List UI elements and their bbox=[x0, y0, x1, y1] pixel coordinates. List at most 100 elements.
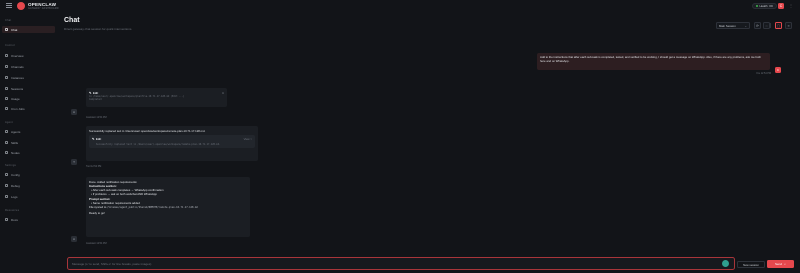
message-meta: Assistant 12:54 PM bbox=[86, 116, 107, 119]
sidebar-item-config[interactable]: Config bbox=[2, 171, 55, 178]
debug-icon bbox=[5, 184, 8, 187]
brand-subtitle: GATEWAY DASHBOARD bbox=[28, 7, 59, 10]
edit-icon: ✎ bbox=[89, 90, 92, 95]
sidebar-item-instances[interactable]: Instances bbox=[2, 74, 55, 81]
sidebar-item-label: Overview bbox=[11, 53, 24, 58]
refresh-icon: ⟳ bbox=[756, 23, 759, 28]
tool-output-card[interactable]: ✎ Edit View > Successfully replaced text… bbox=[89, 134, 255, 148]
tool-name: Edit bbox=[92, 90, 99, 95]
sidebar-item-debug[interactable]: Debug bbox=[2, 182, 55, 189]
sidebar-item-label: Usage bbox=[11, 96, 20, 101]
sidebar-item-channels[interactable]: Channels bbox=[2, 63, 55, 70]
more-icon[interactable]: ⋮ bbox=[788, 3, 794, 9]
health-badge[interactable]: Health OK bbox=[752, 3, 778, 9]
edit-icon: ✎ bbox=[92, 136, 95, 141]
sidebar-section-resources: Resources bbox=[5, 209, 20, 212]
cron-icon bbox=[5, 107, 8, 110]
menu-icon[interactable] bbox=[6, 3, 12, 8]
tool-result-text: Successfully replaced text in /Users/use… bbox=[89, 128, 206, 133]
sessions-icon bbox=[5, 87, 8, 90]
sidebar: Chat Chat Control Overview Channels Inst… bbox=[0, 12, 57, 273]
sidebar-item-label: Sessions bbox=[11, 86, 24, 91]
brain-icon: ◌ bbox=[765, 23, 768, 28]
overview-icon bbox=[5, 54, 8, 57]
channels-icon bbox=[5, 65, 8, 68]
openclaw-logo bbox=[17, 2, 25, 10]
nodes-icon bbox=[5, 151, 8, 154]
sidebar-item-label: Cron Jobs bbox=[11, 106, 25, 111]
sidebar-item-overview[interactable]: Overview bbox=[2, 52, 55, 59]
file-sync-prefix: File synced to bbox=[89, 205, 107, 210]
skills-icon bbox=[5, 141, 8, 144]
page-subtitle: Direct gateway chat session for quick in… bbox=[64, 27, 133, 31]
reply-outro: Ready to go! bbox=[89, 210, 105, 215]
refresh-button[interactable]: ⟳ bbox=[754, 22, 761, 29]
focus-mode-button[interactable]: ▢ bbox=[775, 22, 782, 29]
sidebar-section-agent: Agent bbox=[5, 121, 13, 124]
toolbar-divider bbox=[770, 23, 771, 28]
message-input[interactable]: Message (↩ to send, Shift+↩ for line bre… bbox=[67, 257, 735, 270]
sidebar-item-label: Skills bbox=[11, 140, 19, 145]
copy-icon[interactable]: ⧉ bbox=[222, 91, 224, 95]
config-icon bbox=[5, 173, 8, 176]
sidebar-item-label: Logs bbox=[11, 194, 18, 199]
view-button[interactable]: View > bbox=[244, 137, 252, 141]
instances-icon bbox=[5, 76, 8, 79]
tool-output-text: Successfully replaced text in /Users/use… bbox=[96, 142, 221, 146]
health-label: Health bbox=[759, 4, 768, 8]
thinking-toggle-button[interactable]: ◌ bbox=[763, 22, 770, 29]
sidebar-item-label: Docs bbox=[11, 217, 18, 222]
sidebar-section-control: Control bbox=[5, 44, 15, 47]
sidebar-item-label: Channels bbox=[11, 64, 24, 69]
sidebar-item-label: Chat bbox=[11, 27, 18, 32]
health-status: OK bbox=[769, 4, 774, 8]
page-title: Chat bbox=[64, 17, 80, 24]
sidebar-item-agents[interactable]: Agents bbox=[2, 128, 55, 135]
sidebar-item-logs[interactable]: Logs bbox=[2, 193, 55, 200]
top-bar: OPENCLAW GATEWAY DASHBOARD Health OK C ⋮ bbox=[0, 0, 800, 12]
sidebar-item-usage[interactable]: Usage bbox=[2, 95, 55, 102]
status-dot-icon bbox=[756, 5, 758, 7]
send-label: Send bbox=[774, 262, 782, 266]
sidebar-section-chat: Chat bbox=[5, 19, 12, 22]
sidebar-item-label: Debug bbox=[11, 183, 20, 188]
assistant-message: Done. Added notification requirements: I… bbox=[86, 177, 250, 237]
logs-icon bbox=[5, 195, 8, 198]
user-avatar-button[interactable]: C bbox=[778, 3, 784, 9]
avatar: A bbox=[71, 236, 77, 242]
sidebar-item-label: Config bbox=[11, 172, 20, 177]
sidebar-item-skills[interactable]: Skills bbox=[2, 139, 55, 146]
sidebar-item-docs[interactable]: Docs bbox=[2, 216, 55, 223]
message-meta: Assistant 12:54 PM bbox=[86, 242, 107, 245]
tool-result-card: Successfully replaced text in /Users/use… bbox=[86, 126, 258, 161]
sidebar-item-chat[interactable]: Chat bbox=[2, 26, 55, 33]
tool-name: Edit bbox=[95, 136, 102, 141]
sidebar-item-cron-jobs[interactable]: Cron Jobs bbox=[2, 105, 55, 112]
avatar: T bbox=[71, 159, 77, 165]
message-meta: You 12:54 PM bbox=[756, 72, 771, 75]
sidebar-section-settings: Settings bbox=[5, 164, 16, 167]
tool-call-card[interactable]: ✎ Edit ⧉ in /home/user/.openclaw/workspa… bbox=[86, 88, 227, 107]
avatar: C bbox=[775, 67, 781, 73]
tool-status: Completed bbox=[89, 97, 102, 101]
chat-icon bbox=[5, 28, 8, 31]
show-tools-button[interactable]: ≡ bbox=[785, 22, 792, 29]
sidebar-item-label: Agents bbox=[11, 129, 21, 134]
sidebar-item-nodes[interactable]: Nodes bbox=[2, 149, 55, 156]
docs-icon bbox=[5, 218, 8, 221]
enter-key-icon: ↵ bbox=[784, 262, 787, 266]
usage-icon bbox=[5, 97, 8, 100]
sidebar-item-label: Instances bbox=[11, 75, 24, 80]
session-select[interactable]: Main Session ⌄ bbox=[716, 22, 750, 29]
user-message: Add to the instructions that after each … bbox=[537, 53, 770, 70]
session-select-value: Main Session bbox=[719, 23, 736, 28]
agents-icon bbox=[5, 130, 8, 133]
attach-icon[interactable] bbox=[722, 260, 729, 267]
sidebar-item-sessions[interactable]: Sessions bbox=[2, 85, 55, 92]
focus-icon: ▢ bbox=[776, 23, 781, 28]
sidebar-item-label: Nodes bbox=[11, 150, 20, 155]
send-button[interactable]: Send ↵ bbox=[767, 260, 794, 268]
tools-icon: ≡ bbox=[787, 23, 790, 28]
chevron-down-icon: ⌄ bbox=[744, 24, 747, 28]
new-session-button[interactable]: New session bbox=[737, 261, 765, 268]
